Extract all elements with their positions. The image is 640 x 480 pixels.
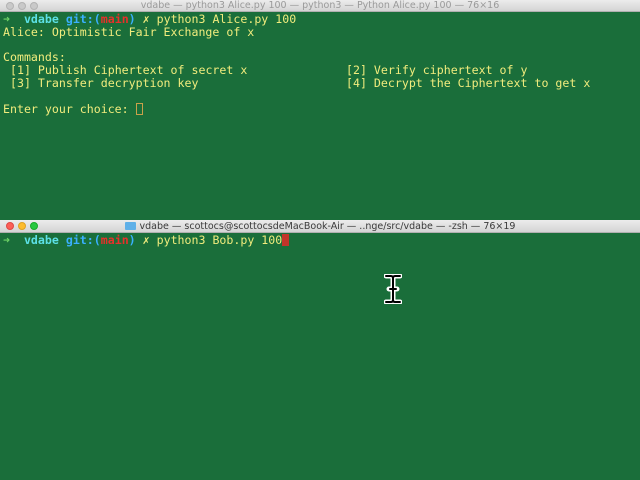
ibeam-cursor-icon (384, 274, 402, 304)
prompt-directory: vdabe (23, 12, 59, 26)
dirty-mark-icon: ✗ (142, 233, 150, 247)
terminal-window-bob[interactable]: vdabe — scottocs@scottocsdeMacBook-Air —… (0, 220, 640, 480)
prompt-directory: vdabe (23, 233, 59, 247)
prompt-line: ➜ vdabe git:(main) ✗ python3 Alice.py 10… (3, 13, 640, 26)
terminal-output[interactable]: ➜ vdabe git:(main) ✗ python3 Bob.py 100 (0, 233, 640, 480)
title-bar[interactable]: vdabe — python3 Alice.py 100 — python3 —… (0, 0, 640, 12)
prompt-arrow-icon: ➜ (3, 233, 10, 247)
terminal-output[interactable]: ➜ vdabe git:(main) ✗ python3 Alice.py 10… (0, 12, 640, 220)
prompt-branch: main (100, 233, 129, 247)
prompt-git-label: git: (65, 12, 94, 26)
command-row: [3] Transfer decryption key [4] Decrypt … (3, 77, 640, 90)
alice-header: Alice: Optimistic Fair Exchange of x (3, 24, 255, 39)
command-option-3: [3] Transfer decryption key (10, 75, 199, 90)
prompt-paren-close: ) (128, 233, 136, 247)
prompt-paren-close: ) (128, 12, 136, 26)
window-controls (6, 0, 42, 11)
minimize-button[interactable] (18, 222, 26, 230)
close-button[interactable] (6, 222, 14, 230)
text-cursor (282, 234, 290, 246)
choice-input-line[interactable]: Enter your choice: (3, 101, 640, 116)
prompt-command: python3 Alice.py 100 (156, 12, 297, 26)
prompt-line[interactable]: ➜ vdabe git:(main) ✗ python3 Bob.py 100 (3, 234, 640, 247)
prompt-branch: main (100, 12, 129, 26)
command-option-4: [4] Decrypt the Ciphertext to get x (346, 75, 591, 90)
folder-icon (124, 222, 136, 230)
title-bar[interactable]: vdabe — scottocs@scottocsdeMacBook-Air —… (0, 220, 640, 233)
zoom-button[interactable] (30, 1, 38, 10)
prompt-paren-open: ( (93, 233, 101, 247)
minimize-button[interactable] (18, 1, 26, 10)
zoom-button[interactable] (30, 222, 38, 230)
choice-prompt: Enter your choice: (3, 101, 136, 116)
prompt-command: python3 Bob.py 100 (156, 233, 283, 247)
text-cursor-inactive (135, 102, 143, 115)
terminal-window-alice[interactable]: vdabe — python3 Alice.py 100 — python3 —… (0, 0, 640, 220)
prompt-git-label: git: (65, 233, 94, 247)
close-button[interactable] (6, 1, 14, 10)
window-title: vdabe — scottocs@scottocsdeMacBook-Air —… (139, 221, 516, 232)
dirty-mark-icon: ✗ (142, 12, 150, 26)
prompt-paren-open: ( (93, 12, 101, 26)
window-title: vdabe — python3 Alice.py 100 — python3 —… (140, 0, 500, 11)
prompt-arrow-icon: ➜ (3, 12, 10, 26)
window-controls (6, 220, 42, 232)
